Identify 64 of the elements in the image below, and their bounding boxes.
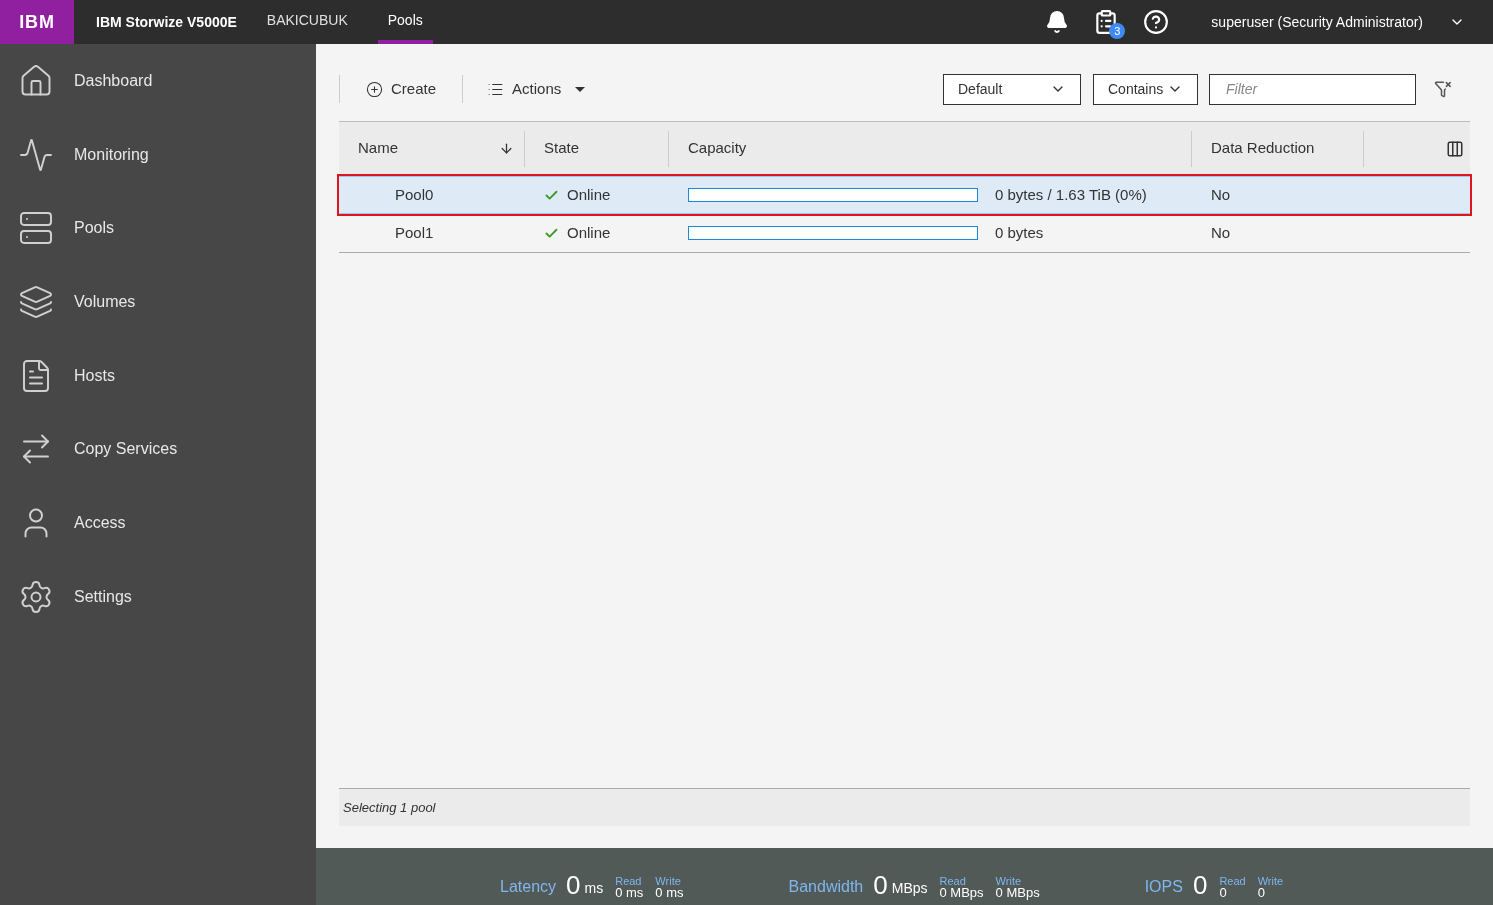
table-cell-text: 0 bytes / 1.63 TiB (0%)	[995, 184, 1147, 205]
header-tab[interactable]: BAKICUBUK	[256, 0, 358, 44]
column-header[interactable]: State	[525, 130, 669, 167]
user-menu[interactable]: superuser (Security Administrator)	[1211, 11, 1423, 33]
columns-icon[interactable]	[1446, 139, 1464, 158]
server-icon	[18, 210, 54, 247]
read-value: 0 ms	[615, 887, 644, 899]
metric-unit: ms	[584, 879, 604, 898]
sidebar-item[interactable]: Volumes	[0, 265, 316, 339]
read-value: 0 MBps	[939, 887, 984, 899]
sidebar-item[interactable]: Hosts	[0, 338, 316, 413]
write-value: 0 MBps	[995, 887, 1040, 899]
sidebar-item[interactable]: Dashboard	[0, 44, 316, 118]
write-label: Write	[655, 875, 682, 887]
task-badge: 3	[1109, 23, 1126, 39]
write-value: 0 ms	[655, 887, 684, 899]
stack-icon	[18, 283, 54, 320]
caret-icon	[575, 86, 586, 92]
actions-button[interactable]: Actions	[487, 77, 586, 101]
sort-arrow-icon	[499, 141, 514, 156]
table-cell-text: Pool1	[394, 222, 435, 243]
plus-icon	[366, 80, 383, 98]
sidebar-item[interactable]: Pools	[0, 191, 316, 266]
help-icon[interactable]	[1143, 9, 1170, 35]
table-row[interactable]: Pool0 Online 0 bytes / 1.63 TiB (0%) No	[339, 176, 1470, 214]
table-cell-text: Online	[567, 222, 611, 243]
product-name: IBM Storwize V5000E	[96, 12, 237, 32]
metric-label: Latency	[500, 877, 557, 897]
column-header[interactable]: Data Reduction	[1192, 130, 1364, 167]
metric-value: 0	[566, 871, 581, 899]
sidebar-item[interactable]: Access	[0, 486, 316, 560]
metric-unit: MBps	[891, 879, 928, 898]
read-label: Read	[615, 875, 643, 887]
column-header[interactable]: Name	[339, 130, 525, 167]
graph-icon	[18, 136, 54, 173]
status-text: Selecting 1 pool	[343, 798, 436, 817]
write-label: Write	[1257, 875, 1284, 887]
metric-label: IOPS	[1144, 877, 1183, 897]
filter-field[interactable]: Filter	[1209, 73, 1416, 105]
bell-icon[interactable]	[1045, 10, 1070, 34]
view-dropdown[interactable]: Default	[943, 73, 1081, 105]
match-dropdown[interactable]: Contains	[1093, 73, 1198, 105]
metric-value: 0	[873, 871, 888, 899]
sidebar-item[interactable]: Copy Services	[0, 412, 316, 487]
clear-filter-icon[interactable]	[1434, 80, 1452, 98]
header-tab[interactable]: Pools	[377, 0, 433, 44]
metric-label: Bandwidth	[788, 877, 864, 897]
table-cell-text: Pool0	[394, 184, 435, 205]
create-button[interactable]: Create	[366, 77, 437, 101]
write-label: Write	[995, 875, 1023, 887]
read-value: 0	[1219, 887, 1228, 899]
read-label: Read	[939, 875, 967, 887]
sidebar-item[interactable]: Settings	[0, 559, 316, 634]
table-row[interactable]: Pool1 Online 0 bytes No	[339, 214, 1470, 252]
column-header[interactable]: Capacity	[669, 130, 1192, 167]
logo[interactable]: IBM	[0, 0, 74, 44]
metric-value: 0	[1192, 871, 1208, 899]
sidebar-item[interactable]: Monitoring	[0, 117, 316, 192]
table-cell-text: 0 bytes	[995, 222, 1044, 243]
table-cell-text: No	[1210, 222, 1231, 243]
write-value: 0	[1257, 887, 1266, 899]
read-label: Read	[1219, 875, 1246, 887]
table-cell-text: No	[1210, 184, 1231, 205]
table-cell-text: Online	[567, 184, 611, 205]
